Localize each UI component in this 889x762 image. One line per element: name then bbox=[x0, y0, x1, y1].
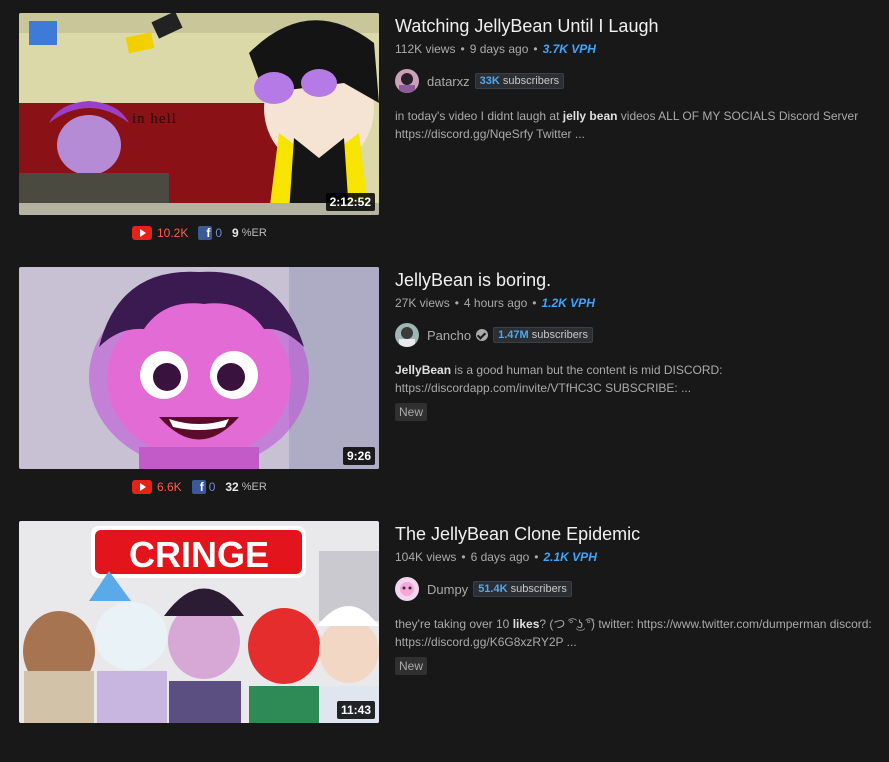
thumbnail-image bbox=[19, 13, 379, 215]
channel-row: Pancho 1.47M subscribers bbox=[395, 323, 875, 347]
thumbnail-image bbox=[19, 267, 379, 469]
view-count: 104K views bbox=[395, 550, 457, 564]
video-info: Watching JellyBean Until I Laugh 112K vi… bbox=[395, 13, 875, 143]
new-badge: New bbox=[395, 403, 428, 421]
video-result: CRINGE 11:43 The JellyBean Clone Epidemi… bbox=[0, 508, 889, 762]
upload-age: 9 days ago bbox=[469, 42, 529, 56]
new-badge: New bbox=[395, 657, 428, 675]
video-duration: 11:43 bbox=[336, 701, 375, 719]
video-duration: 2:12:52 bbox=[325, 193, 375, 211]
facebook-count: 0 bbox=[208, 480, 216, 494]
facebook-count: 0 bbox=[215, 226, 223, 240]
channel-avatar[interactable] bbox=[395, 323, 419, 347]
video-meta: 104K views • 6 days ago • 2.1K VPH bbox=[395, 550, 597, 564]
youtube-count: 6.6K bbox=[157, 480, 182, 494]
video-info: The JellyBean Clone Epidemic 104K views •… bbox=[395, 521, 875, 675]
channel-name[interactable]: Pancho bbox=[427, 328, 471, 343]
video-description: JellyBean is a good human but the conten… bbox=[395, 363, 723, 395]
upload-age: 4 hours ago bbox=[463, 296, 528, 310]
video-thumbnail[interactable]: 2:12:52 bbox=[19, 13, 379, 215]
video-meta: 27K views • 4 hours ago • 1.2K VPH bbox=[395, 296, 595, 310]
channel-avatar[interactable] bbox=[395, 577, 419, 601]
video-title[interactable]: The JellyBean Clone Epidemic bbox=[395, 521, 875, 547]
facebook-icon: f bbox=[198, 226, 213, 240]
video-title[interactable]: JellyBean is boring. bbox=[395, 267, 875, 293]
subscriber-badge: 51.4K subscribers bbox=[473, 581, 572, 597]
video-info: JellyBean is boring. 27K views • 4 hours a… bbox=[395, 267, 875, 421]
video-duration: 9:26 bbox=[342, 447, 375, 465]
video-description: they're taking over 10 likes? (つ ͡° ͜ʖ ͡… bbox=[395, 617, 872, 649]
video-meta: 112K views • 9 days ago • 3.7K VPH bbox=[395, 42, 596, 56]
channel-avatar[interactable] bbox=[395, 69, 419, 93]
view-count: 112K views bbox=[395, 42, 456, 56]
subscriber-badge: 1.47M subscribers bbox=[493, 327, 593, 343]
video-title[interactable]: Watching JellyBean Until I Laugh bbox=[395, 13, 875, 39]
youtube-icon bbox=[132, 480, 152, 494]
engagement-rate-unit: %ER bbox=[241, 481, 267, 493]
engagement-rate: 9 bbox=[232, 226, 239, 240]
engagement-rate-unit: %ER bbox=[241, 227, 267, 239]
view-count: 27K views bbox=[395, 296, 450, 310]
video-stats: 6.6K f 0 32 %ER bbox=[132, 479, 267, 495]
thumbnail-text: CRINGE bbox=[129, 534, 269, 575]
video-result: 9:26 6.6K f 0 32 %ER JellyBean is boring… bbox=[0, 254, 889, 508]
youtube-count: 10.2K bbox=[157, 226, 189, 240]
thumbnail-text: in hell bbox=[132, 111, 177, 127]
video-stats: 10.2K f 0 9 %ER bbox=[132, 225, 267, 241]
channel-row: Dumpy 51.4K subscribers bbox=[395, 577, 875, 601]
views-per-hour: 1.2K VPH bbox=[541, 296, 595, 310]
video-thumbnail[interactable]: CRINGE 11:43 bbox=[19, 521, 379, 723]
channel-row: datarxz 33K subscribers bbox=[395, 69, 875, 93]
channel-name[interactable]: datarxz bbox=[427, 74, 470, 89]
video-thumbnail[interactable]: 9:26 bbox=[19, 267, 379, 469]
views-per-hour: 2.1K VPH bbox=[543, 550, 597, 564]
verified-check-icon bbox=[476, 329, 489, 341]
youtube-icon bbox=[132, 226, 152, 240]
video-description: in today's video I didnt laugh at jelly … bbox=[395, 109, 859, 141]
engagement-rate: 32 bbox=[225, 480, 239, 494]
views-per-hour: 3.7K VPH bbox=[542, 42, 596, 56]
thumbnail-image: CRINGE bbox=[19, 521, 379, 723]
facebook-icon: f bbox=[191, 480, 206, 494]
upload-age: 6 days ago bbox=[470, 550, 530, 564]
channel-name[interactable]: Dumpy bbox=[427, 582, 468, 597]
subscriber-badge: 33K subscribers bbox=[474, 73, 565, 89]
